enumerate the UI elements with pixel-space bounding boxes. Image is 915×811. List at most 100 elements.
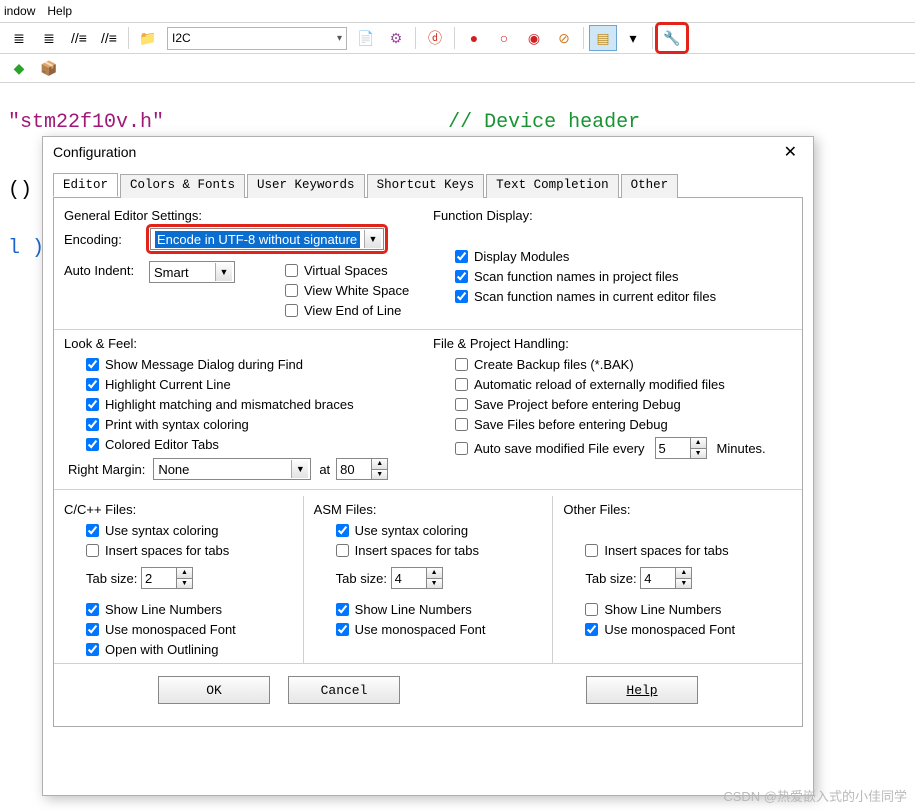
record-icon[interactable]: ● [460,25,488,51]
spin-up-icon[interactable]: ▲ [372,459,387,470]
c-tabsize-input[interactable] [142,568,176,588]
toolbar: ≣ ≣ //≡ //≡ 📁 I2C ▾ 📄 ⚙ ⓓ ● ○ ◉ ⊘ ▤ ▾ 🔧 [0,23,915,54]
backup-check[interactable] [455,358,468,371]
c-syntax-check[interactable] [86,524,99,537]
autosave-check[interactable] [455,442,468,455]
spin-down-icon[interactable]: ▼ [372,470,387,480]
project-combo-value: I2C [172,31,191,45]
spin-up-icon[interactable]: ▲ [177,568,192,579]
diamond-green-icon[interactable]: ◆ [5,55,33,81]
breakpoint-pair-icon[interactable]: ◉ [520,25,548,51]
display-modules-check[interactable] [455,250,468,263]
comment-icon[interactable]: //≡ [65,25,93,51]
spin-down-icon[interactable]: ▼ [177,579,192,589]
color-tabs-label: Colored Editor Tabs [105,437,219,452]
folder-icon[interactable]: 📁 [134,25,162,51]
document-icon[interactable]: 📄 [352,25,380,51]
spin-up-icon[interactable]: ▲ [427,568,442,579]
asm-showline-check[interactable] [336,603,349,616]
ok-button[interactable]: OK [158,676,270,704]
save-proj-check[interactable] [455,398,468,411]
spin-up-icon[interactable]: ▲ [691,438,706,449]
project-combo[interactable]: I2C ▾ [167,27,347,50]
right-margin-spin[interactable]: ▲▼ [336,458,388,480]
c-outline-check[interactable] [86,643,99,656]
asm-tabsize-spin[interactable]: ▲▼ [391,567,443,589]
scan-editor-check[interactable] [455,290,468,303]
c-files-heading: C/C++ Files: [64,502,293,517]
tab-other[interactable]: Other [621,174,679,198]
tab-text-completion[interactable]: Text Completion [486,174,619,198]
msg-dialog-label: Show Message Dialog during Find [105,357,303,372]
asm-syntax-label: Use syntax coloring [355,523,468,538]
auto-indent-combo[interactable]: Smart ▼ [149,261,235,283]
window-layout-icon[interactable]: ▤ [589,25,617,51]
dialog-title: Configuration [53,144,136,160]
close-icon[interactable]: ✕ [778,140,803,164]
indent-right-icon[interactable]: ≣ [35,25,63,51]
menu-help[interactable]: Help [47,4,72,18]
save-files-check[interactable] [455,418,468,431]
autosave-input[interactable] [656,438,690,458]
asm-insert-spaces-check[interactable] [336,544,349,557]
other-showline-label: Show Line Numbers [604,602,721,617]
c-showline-check[interactable] [86,603,99,616]
asm-tabsize-input[interactable] [392,568,426,588]
other-mono-check[interactable] [585,623,598,636]
indent-left-icon[interactable]: ≣ [5,25,33,51]
other-tabsize-spin[interactable]: ▲▼ [640,567,692,589]
breakpoint-cancel-icon[interactable]: ⊘ [550,25,578,51]
asm-syntax-check[interactable] [336,524,349,537]
save-proj-label: Save Project before entering Debug [474,397,681,412]
virtual-spaces-label: Virtual Spaces [304,263,388,278]
encoding-label: Encoding: [64,232,149,247]
autosave-spin[interactable]: ▲▼ [655,437,707,459]
help-button[interactable]: Help [586,676,698,704]
package-icon[interactable]: 📦 [35,55,63,81]
scan-project-check[interactable] [455,270,468,283]
wrench-icon[interactable]: 🔧 [658,25,686,51]
menu-window[interactable]: indow [4,4,35,18]
chevron-down-icon: ▾ [337,33,342,44]
configuration-dialog: Configuration ✕ Editor Colors & Fonts Us… [42,136,814,796]
hl-line-check[interactable] [86,378,99,391]
c-tabsize-spin[interactable]: ▲▼ [141,567,193,589]
msg-dialog-check[interactable] [86,358,99,371]
view-eol-check[interactable] [285,304,298,317]
c-mono-check[interactable] [86,623,99,636]
wand-icon[interactable]: ⚙ [382,25,410,51]
encoding-combo[interactable]: Encode in UTF-8 without signature ▼ [150,228,384,250]
func-display-heading: Function Display: [433,208,792,223]
right-margin-combo[interactable]: None ▼ [153,458,311,480]
reload-check[interactable] [455,378,468,391]
spin-down-icon[interactable]: ▼ [676,579,691,589]
other-showline-check[interactable] [585,603,598,616]
virtual-spaces-check[interactable] [285,264,298,277]
tab-editor[interactable]: Editor [53,173,118,197]
c-insert-spaces-check[interactable] [86,544,99,557]
c-showline-label: Show Line Numbers [105,602,222,617]
uncomment-icon[interactable]: //≡ [95,25,123,51]
asm-mono-check[interactable] [336,623,349,636]
scan-editor-label: Scan function names in current editor fi… [474,289,716,304]
minutes-label: Minutes. [717,441,766,456]
cancel-button[interactable]: Cancel [288,676,400,704]
tab-colors-fonts[interactable]: Colors & Fonts [120,174,245,198]
tab-shortcut-keys[interactable]: Shortcut Keys [367,174,485,198]
debug-icon[interactable]: ⓓ [421,25,449,51]
tab-user-keywords[interactable]: User Keywords [247,174,365,198]
color-tabs-check[interactable] [86,438,99,451]
hl-braces-check[interactable] [86,398,99,411]
view-white-check[interactable] [285,284,298,297]
spin-up-icon[interactable]: ▲ [676,568,691,579]
spin-down-icon[interactable]: ▼ [691,449,706,459]
other-insert-spaces-check[interactable] [585,544,598,557]
print-syntax-check[interactable] [86,418,99,431]
dropdown-arrow-icon[interactable]: ▾ [619,25,647,51]
spin-down-icon[interactable]: ▼ [427,579,442,589]
code-line: () [8,179,32,202]
right-margin-at-input[interactable] [337,459,371,479]
menu-bar: indow Help [0,0,915,23]
other-tabsize-input[interactable] [641,568,675,588]
record-outline-icon[interactable]: ○ [490,25,518,51]
